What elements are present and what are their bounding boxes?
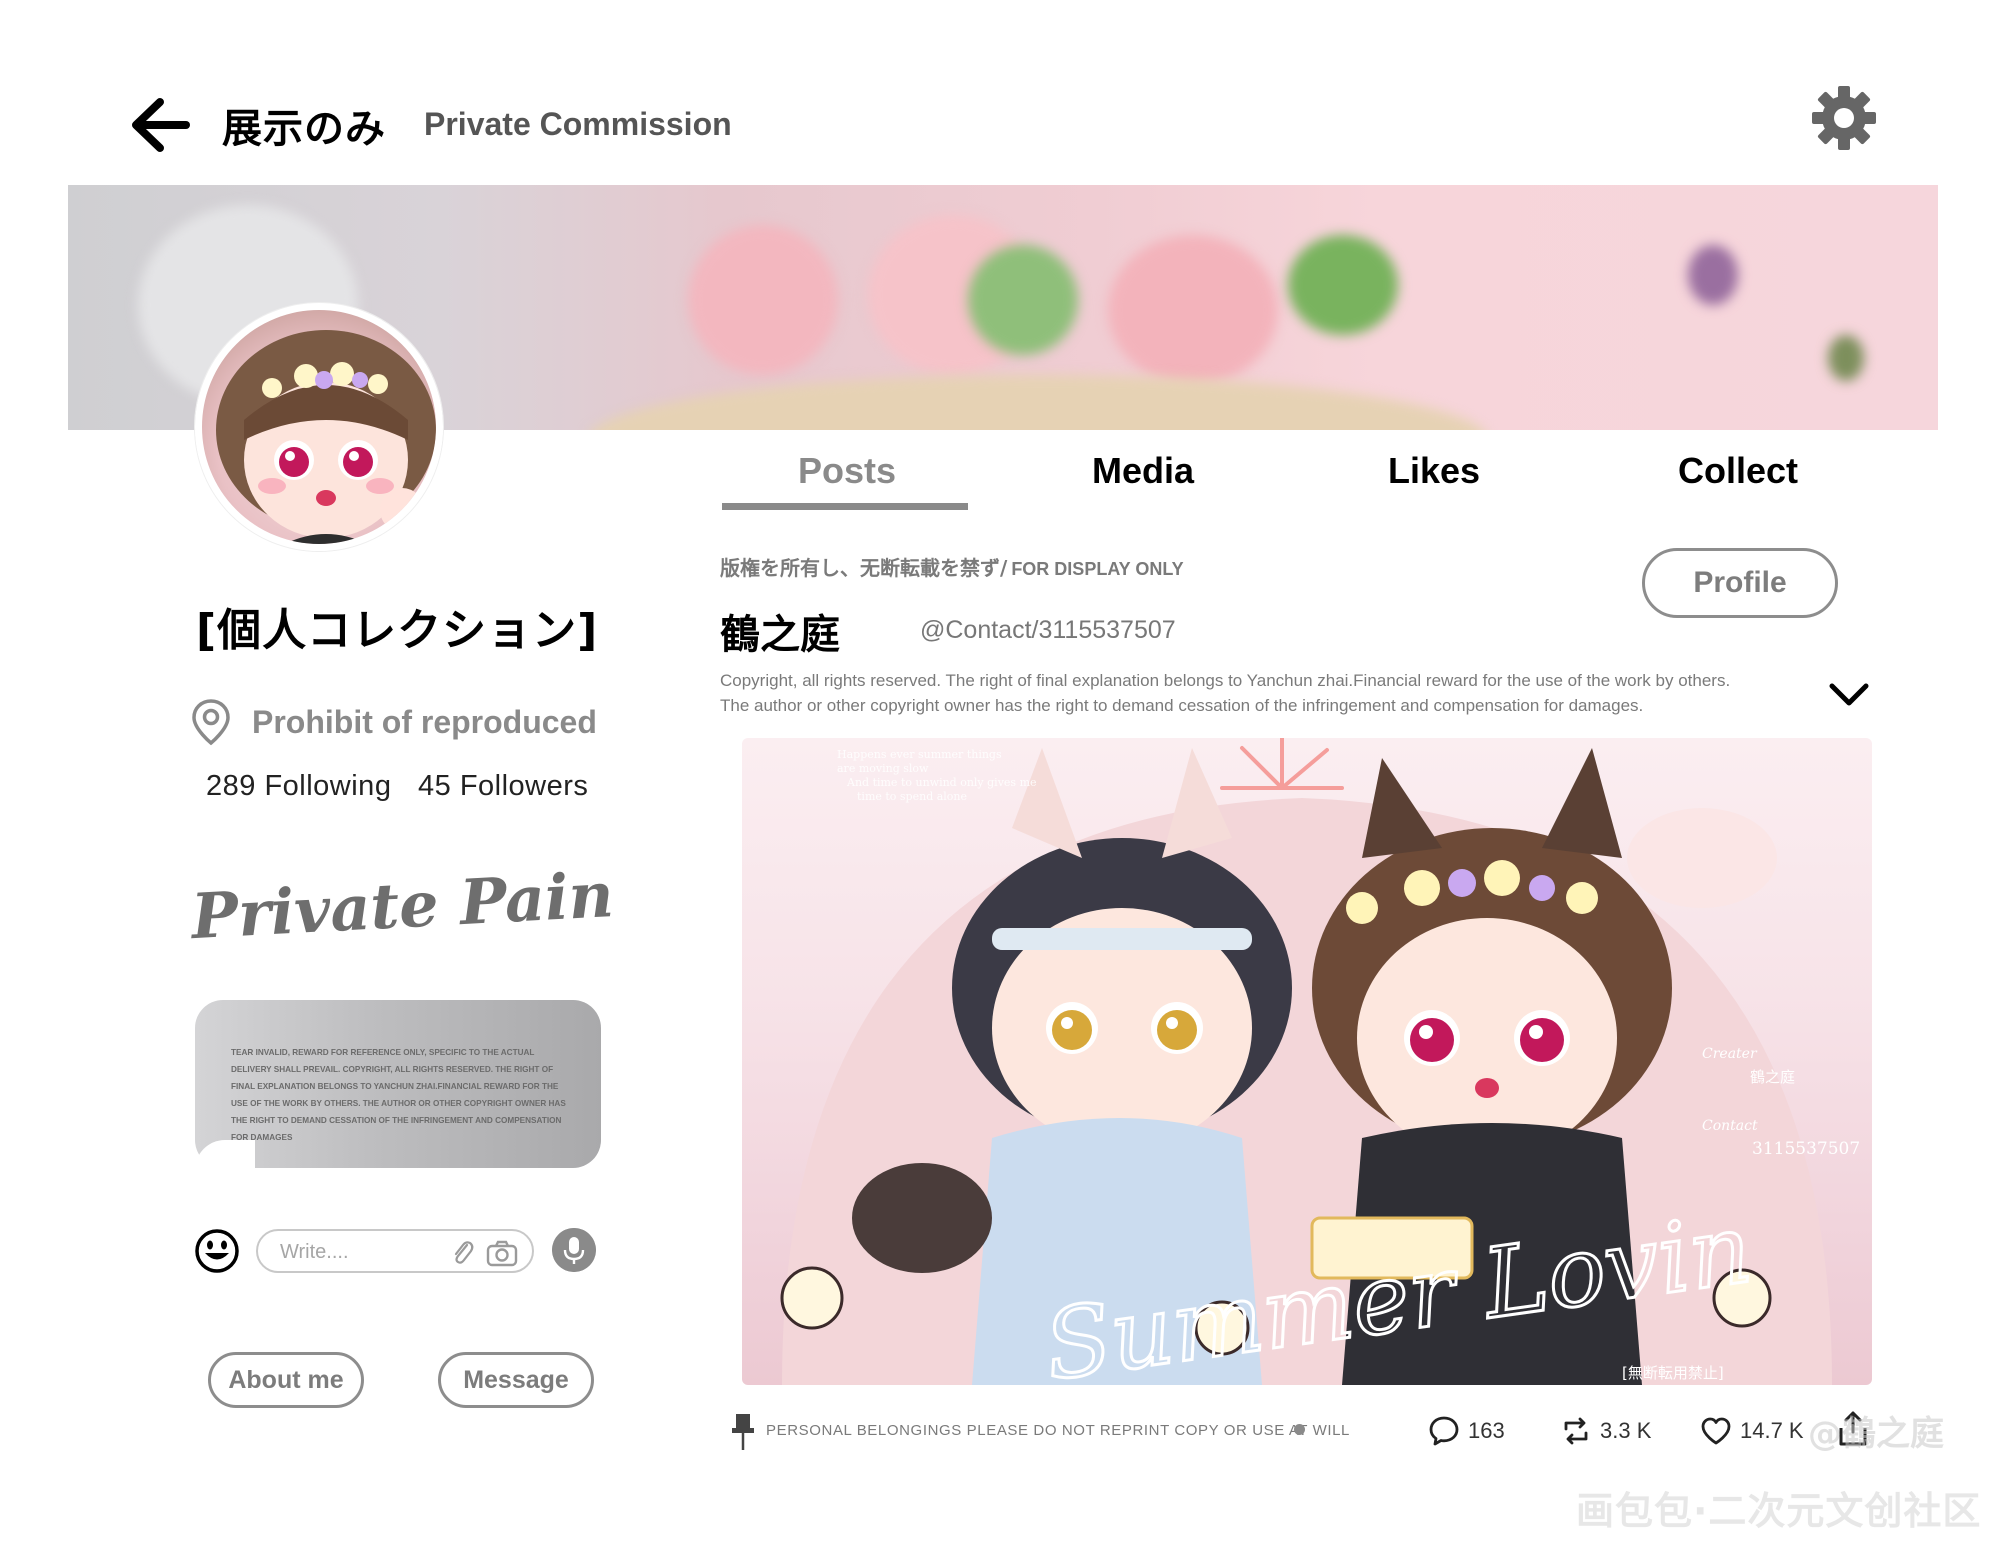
svg-text:are moving slow: are moving slow bbox=[837, 762, 929, 775]
smiley-icon[interactable] bbox=[194, 1228, 240, 1274]
watermark-site: 画包包·二次元文创社区 bbox=[1576, 1489, 1982, 1533]
microphone-icon[interactable] bbox=[552, 1228, 596, 1272]
tab-posts[interactable]: Posts bbox=[798, 450, 896, 492]
camera-icon[interactable] bbox=[486, 1239, 518, 1267]
post-notice-en: FOR DISPLAY ONLY bbox=[1011, 559, 1184, 579]
gear-icon[interactable] bbox=[1810, 84, 1878, 152]
svg-text:time to spend alone: time to spend alone bbox=[857, 790, 967, 803]
svg-text:Private Painting: Private Painting bbox=[188, 851, 616, 953]
location-pin-icon bbox=[192, 699, 230, 746]
location-text: Prohibit of reproduced bbox=[252, 704, 597, 740]
signature: Private Painting bbox=[188, 851, 616, 953]
svg-text:鶴之庭: 鶴之庭 bbox=[1750, 1068, 1795, 1086]
back-arrow-icon[interactable] bbox=[128, 96, 190, 154]
followers-count[interactable]: 45 Followers bbox=[418, 770, 588, 802]
footer-dot bbox=[1294, 1424, 1305, 1435]
like-button[interactable]: 14.7 K bbox=[1700, 1414, 1804, 1448]
avatar[interactable] bbox=[195, 303, 443, 551]
copyright-line-2: The author or other copyright owner has … bbox=[720, 696, 1644, 715]
comment-button[interactable]: 163 bbox=[1428, 1414, 1505, 1448]
repost-button[interactable]: 3.3 K bbox=[1560, 1414, 1651, 1448]
repost-icon bbox=[1564, 1417, 1588, 1445]
page-subtitle: Private Commission bbox=[424, 106, 732, 142]
svg-text:[無断転用禁止]: [無断転用禁止] bbox=[1622, 1364, 1724, 1382]
comment-count: 163 bbox=[1468, 1418, 1505, 1443]
svg-text:Contact: Contact bbox=[1702, 1118, 1758, 1134]
page-title: 展示のみ bbox=[222, 106, 386, 152]
chevron-down-icon[interactable] bbox=[1826, 678, 1872, 712]
note-bubble-tail bbox=[195, 1140, 255, 1196]
watermark-handle: @鶴之庭 bbox=[1808, 1414, 1944, 1454]
svg-text:And time to unwind only gives: And time to unwind only gives me bbox=[846, 776, 1037, 789]
post-artwork[interactable]: Happens ever summer things are moving sl… bbox=[742, 738, 1872, 1385]
message-button[interactable]: Message bbox=[438, 1352, 594, 1408]
svg-text:Creater: Creater bbox=[1702, 1046, 1758, 1062]
repost-count: 3.3 K bbox=[1600, 1418, 1652, 1443]
copyright-text: Copyright, all rights reserved. The righ… bbox=[720, 668, 1780, 718]
artwork-illustration: Happens ever summer things are moving sl… bbox=[780, 738, 1860, 1385]
author-handle[interactable]: @Contact/3115537507 bbox=[920, 616, 1176, 645]
tab-media[interactable]: Media bbox=[1092, 450, 1194, 492]
heart-icon bbox=[1701, 1417, 1731, 1445]
svg-text:Happens ever summer things: Happens ever summer things bbox=[837, 748, 1002, 761]
post-notice: 版権を所有し、无断転載を禁ず/FOR DISPLAY ONLY bbox=[720, 552, 1184, 581]
profile-button[interactable]: Profile bbox=[1642, 548, 1838, 618]
following-count[interactable]: 289 Following bbox=[206, 770, 391, 802]
paperclip-icon[interactable] bbox=[450, 1239, 476, 1267]
post-notice-jp: 版権を所有し、无断転載を禁ず/ bbox=[720, 556, 1008, 580]
collection-title: [個人コレクション] bbox=[196, 605, 599, 656]
note-bubble: TEAR INVALID, REWARD FOR REFERENCE ONLY,… bbox=[195, 1000, 601, 1168]
comment-icon bbox=[1429, 1416, 1459, 1446]
svg-text:3115537507: 3115537507 bbox=[1752, 1139, 1860, 1159]
message-input-box[interactable] bbox=[256, 1229, 534, 1273]
footer-note: PERSONAL BELONGINGS PLEASE DO NOT REPRIN… bbox=[766, 1422, 1350, 1439]
author-name[interactable]: 鶴之庭 bbox=[720, 602, 840, 660]
about-me-button[interactable]: About me bbox=[208, 1352, 364, 1408]
note-text: TEAR INVALID, REWARD FOR REFERENCE ONLY,… bbox=[231, 1048, 566, 1142]
like-count: 14.7 K bbox=[1740, 1418, 1804, 1443]
follow-stats: 289 Following 45 Followers bbox=[206, 770, 606, 803]
active-tab-indicator bbox=[722, 503, 968, 510]
pushpin-icon bbox=[732, 1414, 754, 1450]
tab-collect[interactable]: Collect bbox=[1678, 450, 1798, 492]
copyright-line-1: Copyright, all rights reserved. The righ… bbox=[720, 671, 1731, 690]
avatar-illustration bbox=[216, 330, 436, 544]
write-input[interactable] bbox=[280, 1238, 430, 1266]
tab-likes[interactable]: Likes bbox=[1388, 450, 1480, 492]
